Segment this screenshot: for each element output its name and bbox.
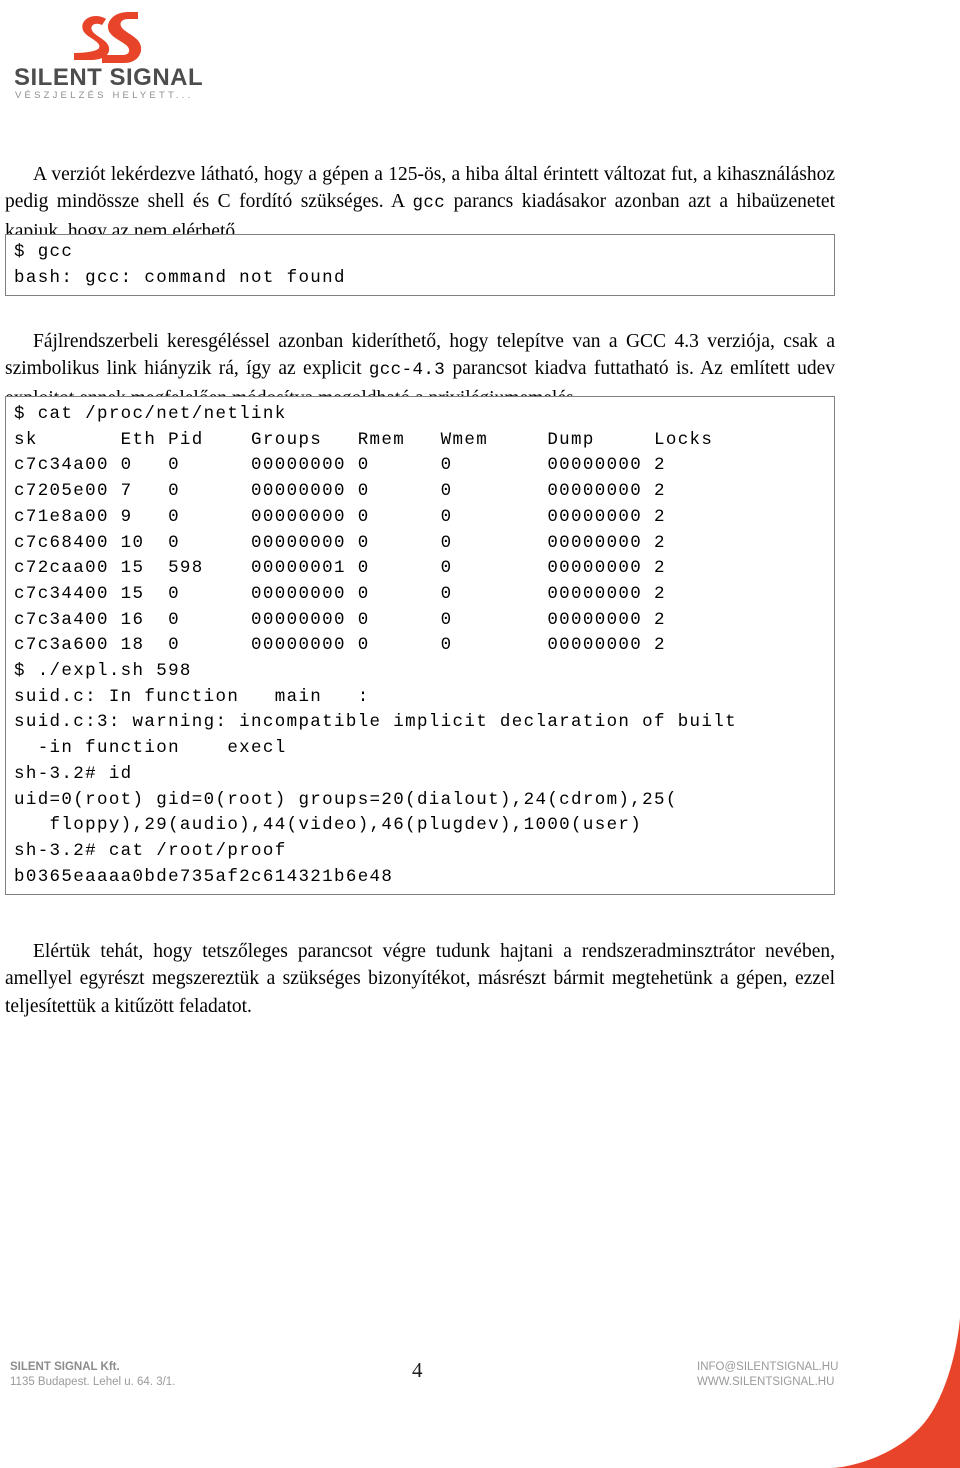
- footer-company-name: SILENT SIGNAL Kft.: [10, 1361, 120, 1373]
- inline-code-gcc: gcc: [412, 193, 446, 213]
- footer-company-address: 1135 Budapest. Lehel u. 64. 3/1.: [10, 1376, 176, 1388]
- inline-code-gcc-43: gcc-4.3: [368, 360, 446, 380]
- paragraph-intro: A verziót lekérdezve látható, hogy a gép…: [5, 161, 835, 246]
- footer-contact-block: INFO@SILENTSIGNAL.HU WWW.SILENTSIGNAL.HU: [697, 1360, 838, 1390]
- brand-logo: SILENT SIGNAL VÉSZJELZÉS HELYETT...: [8, 6, 238, 102]
- page-footer: SILENT SIGNAL Kft. 1135 Budapest. Lehel …: [0, 1318, 960, 1468]
- footer-email: INFO@SILENTSIGNAL.HU: [697, 1361, 839, 1373]
- paragraph-conclusion: Elértük tehát, hogy tetszőleges parancso…: [5, 940, 835, 1017]
- code-block-terminal-transcript: $ cat /proc/net/netlink sk Eth Pid Group…: [5, 396, 835, 896]
- footer-company-block: SILENT SIGNAL Kft. 1135 Budapest. Lehel …: [10, 1360, 175, 1390]
- corner-decoration: [810, 1318, 960, 1468]
- brand-wordmark: SILENT SIGNAL: [14, 64, 203, 92]
- brand-tagline: VÉSZJELZÉS HELYETT...: [15, 90, 194, 101]
- code-block-gcc-not-found-text: $ gcc bash: gcc: command not found: [14, 242, 346, 288]
- footer-website: WWW.SILENTSIGNAL.HU: [697, 1376, 835, 1388]
- code-block-terminal-transcript-text: $ cat /proc/net/netlink sk Eth Pid Group…: [14, 404, 737, 887]
- page-header: SILENT SIGNAL VÉSZJELZÉS HELYETT...: [0, 0, 960, 110]
- silent-signal-double-s-mark-icon: [66, 8, 146, 68]
- brand-wordmark-text: SILENT SIGNAL: [14, 64, 204, 91]
- code-block-gcc-not-found: $ gcc bash: gcc: command not found: [5, 234, 835, 297]
- page-number: 4: [412, 1358, 423, 1382]
